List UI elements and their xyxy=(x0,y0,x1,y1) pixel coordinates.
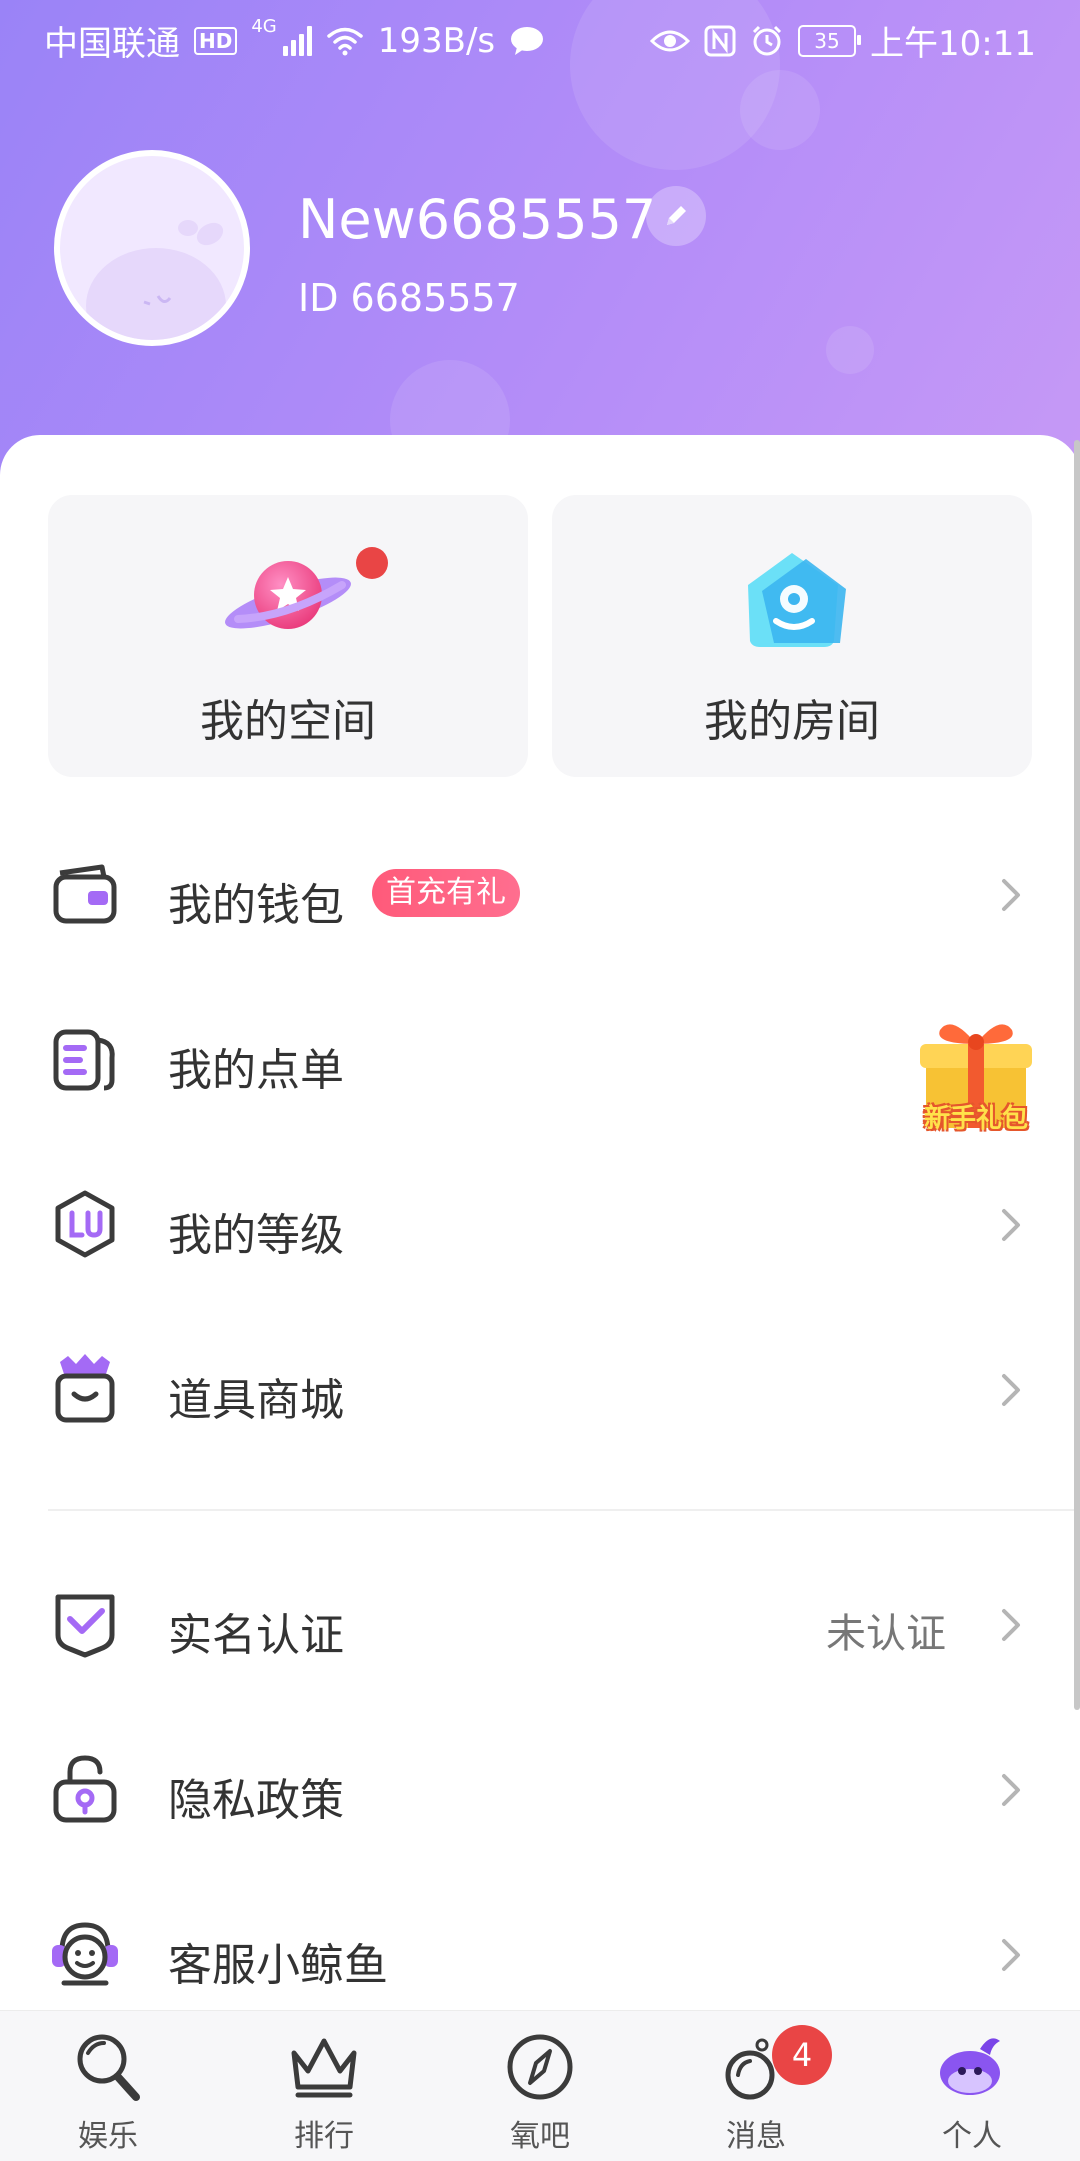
shopping-bag-icon xyxy=(55,1354,115,1423)
nav-tab-messages[interactable]: 4 消息 xyxy=(648,2011,864,2161)
planet-icon xyxy=(225,561,351,629)
level-label: 我的等级 xyxy=(168,1210,344,1261)
my-room-label: 我的房间 xyxy=(704,696,880,747)
order-list-icon xyxy=(53,1029,115,1091)
carrier-text: 中国联通 xyxy=(44,24,180,64)
wallet-label: 我的钱包 xyxy=(168,880,344,931)
first-recharge-badge: 首充有礼 xyxy=(372,869,520,917)
main-card: 我的空间 我的房间 我的钱包 首充有礼 我的点单 我的等级 道具商城 实名认证 … xyxy=(0,435,1080,2035)
eye-icon xyxy=(650,30,691,51)
default-avatar-icon xyxy=(86,220,226,340)
lock-icon xyxy=(53,1755,117,1823)
room-house-icon xyxy=(748,553,846,647)
edit-profile-button[interactable] xyxy=(646,186,706,246)
privacy-label: 隐私政策 xyxy=(168,1775,344,1826)
verification-status: 未认证 xyxy=(826,1611,946,1657)
nav-tab-entertainment[interactable]: 娱乐 xyxy=(0,2011,216,2161)
battery-icon: 35 xyxy=(798,24,862,57)
hd-icon: HD xyxy=(194,26,238,55)
nav-label: 氧吧 xyxy=(510,2119,570,2154)
battery-level: 35 xyxy=(814,28,840,53)
customer-service-label: 客服小鲸鱼 xyxy=(168,1940,388,1991)
nfc-icon xyxy=(704,25,736,56)
nav-label: 娱乐 xyxy=(78,2119,138,2154)
newbie-gift-label[interactable]: 新手礼包 xyxy=(906,1098,1046,1135)
username: New6685557 xyxy=(298,188,657,251)
bottom-navigation: 娱乐 排行 氧吧 4 消息 个人 xyxy=(0,2010,1080,2161)
status-bar: 中国联通 HD 4G 193B/s 35 上午10:11 xyxy=(0,0,1080,74)
menu-item-customer-service[interactable]: 客服小鲸鱼 xyxy=(0,1895,1080,2015)
shop-label: 道具商城 xyxy=(168,1375,344,1426)
nav-tab-profile[interactable]: 个人 xyxy=(864,2011,1080,2161)
nav-tab-oxygen-bar[interactable]: 氧吧 xyxy=(432,2011,648,2161)
network-text: 4G xyxy=(251,16,277,37)
whale-mascot-icon xyxy=(940,2038,1000,2095)
menu-item-level[interactable]: 我的等级 xyxy=(0,1165,1080,1285)
chat-notification-icon xyxy=(511,26,544,55)
chevron-right-icon xyxy=(1002,1774,1020,1806)
unread-count-badge: 4 xyxy=(772,2025,832,2085)
wallet-icon xyxy=(53,864,117,924)
my-room-tile[interactable]: 我的房间 xyxy=(552,495,1032,777)
crown-icon xyxy=(291,2038,357,2098)
decor-bubble xyxy=(740,70,820,150)
scrollbar[interactable] xyxy=(1074,440,1080,1710)
my-space-label: 我的空间 xyxy=(200,696,376,747)
signal-icon xyxy=(282,25,312,56)
verification-label: 实名认证 xyxy=(168,1610,344,1661)
pencil-icon xyxy=(667,206,686,225)
headset-icon xyxy=(52,1922,118,1986)
network-speed: 193B/s xyxy=(377,20,496,61)
avatar[interactable] xyxy=(54,150,250,346)
clock-time: 上午10:11 xyxy=(870,24,1036,64)
section-divider xyxy=(48,1509,1080,1511)
microphone-icon xyxy=(77,2034,140,2101)
chevron-right-icon xyxy=(1002,1609,1020,1641)
user-id: ID 6685557 xyxy=(298,276,520,320)
menu-item-privacy-policy[interactable]: 隐私政策 xyxy=(0,1730,1080,1850)
nav-label: 排行 xyxy=(294,2119,354,2154)
menu-item-wallet[interactable]: 我的钱包 首充有礼 xyxy=(0,835,1080,955)
compass-icon xyxy=(507,2034,573,2100)
nav-label: 消息 xyxy=(726,2119,786,2154)
orders-label: 我的点单 xyxy=(168,1045,344,1096)
menu-item-shop[interactable]: 道具商城 xyxy=(0,1330,1080,1450)
verified-shield-icon xyxy=(55,1594,115,1658)
chevron-right-icon xyxy=(1002,1374,1020,1406)
nav-label: 个人 xyxy=(942,2119,1002,2154)
alarm-icon xyxy=(752,25,782,55)
chevron-right-icon xyxy=(1002,1209,1020,1241)
chevron-right-icon xyxy=(1002,879,1020,911)
wifi-icon xyxy=(327,27,363,55)
notification-dot xyxy=(356,547,388,579)
my-space-tile[interactable]: 我的空间 xyxy=(48,495,528,777)
chevron-right-icon xyxy=(1002,1939,1020,1971)
level-badge-icon xyxy=(55,1190,115,1258)
menu-item-real-name-verification[interactable]: 实名认证 未认证 xyxy=(0,1565,1080,1685)
nav-tab-ranking[interactable]: 排行 xyxy=(216,2011,432,2161)
decor-bubble xyxy=(826,326,874,374)
